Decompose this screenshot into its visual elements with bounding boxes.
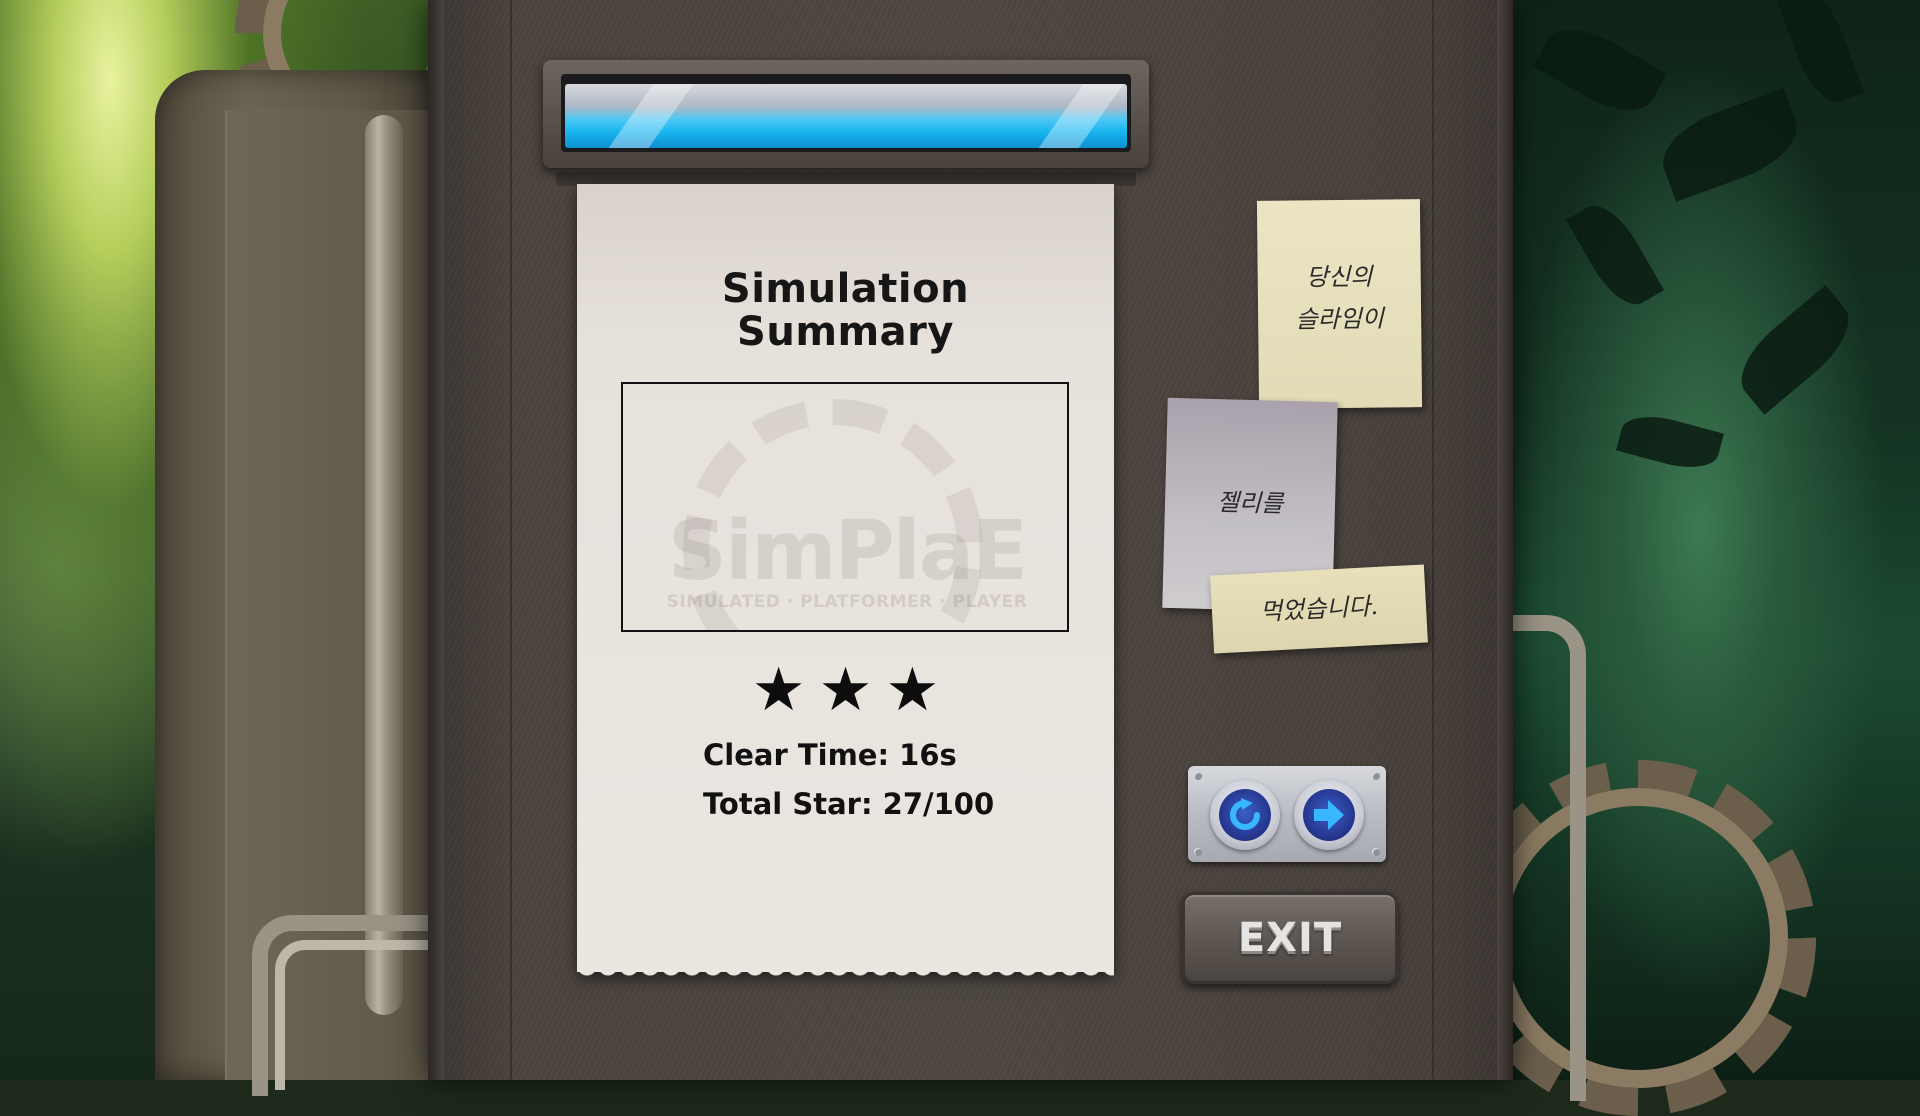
leaf-decoration xyxy=(1725,285,1865,415)
rivet xyxy=(1372,772,1380,780)
retry-button[interactable] xyxy=(1210,780,1280,850)
sticky-note-3: 먹었습니다. xyxy=(1210,564,1428,654)
glass-tube xyxy=(365,115,403,1015)
leaf-decoration xyxy=(1616,407,1724,477)
exit-button-label: EXIT xyxy=(1237,915,1343,961)
summary-title-line1: Simulation xyxy=(721,266,970,312)
rivet xyxy=(1194,848,1202,856)
exit-button[interactable]: EXIT xyxy=(1182,892,1398,984)
summary-title-line2: Summary xyxy=(737,309,954,355)
leaf-decoration xyxy=(1652,88,1808,202)
next-button[interactable] xyxy=(1294,780,1364,850)
leaf-decoration xyxy=(1533,14,1667,126)
next-arrow-icon xyxy=(1314,800,1344,830)
total-star-text: Total Star: 27/100 xyxy=(703,787,995,821)
retry-icon xyxy=(1230,798,1260,830)
control-button-plate xyxy=(1188,766,1386,862)
leaf-decoration xyxy=(1565,194,1665,316)
level-preview-box: SimPlaE SIMULATED · PLATFORMER · PLAYER xyxy=(621,382,1069,632)
summary-title: Simulation Summary xyxy=(577,268,1114,354)
clear-time-text: Clear Time: 16s xyxy=(703,738,957,772)
next-button-core xyxy=(1303,789,1355,841)
receipt-torn-edge xyxy=(577,966,1114,984)
watermark-subtitle: SIMULATED · PLATFORMER · PLAYER xyxy=(666,592,1028,612)
leaf-decoration xyxy=(1775,0,1865,110)
machine-edge xyxy=(1497,0,1513,1080)
sticky-note-1: 당신의 슬라임이 xyxy=(1256,199,1423,409)
star-icon: ★ xyxy=(818,655,873,725)
retry-button-core xyxy=(1219,789,1271,841)
machine-edge xyxy=(428,0,444,1080)
rivet xyxy=(1194,772,1202,780)
panel-seam xyxy=(510,0,512,1080)
sticky-note-line: 젤리를 xyxy=(1216,488,1284,518)
star-icon: ★ xyxy=(885,655,940,725)
star-rating: ★ ★ ★ xyxy=(577,660,1114,720)
star-icon: ★ xyxy=(751,655,806,725)
rivet xyxy=(1372,848,1380,856)
printer-slot xyxy=(543,60,1149,168)
sticky-note-line: 당신의 xyxy=(1305,262,1373,292)
sticky-note-line: 먹었습니다. xyxy=(1259,591,1379,627)
printer-slot-inner xyxy=(561,74,1131,152)
watermark-logo: SimPlaE xyxy=(667,504,1028,599)
sticky-note-line: 슬라임이 xyxy=(1295,304,1384,334)
panel-seam xyxy=(1432,0,1434,1080)
